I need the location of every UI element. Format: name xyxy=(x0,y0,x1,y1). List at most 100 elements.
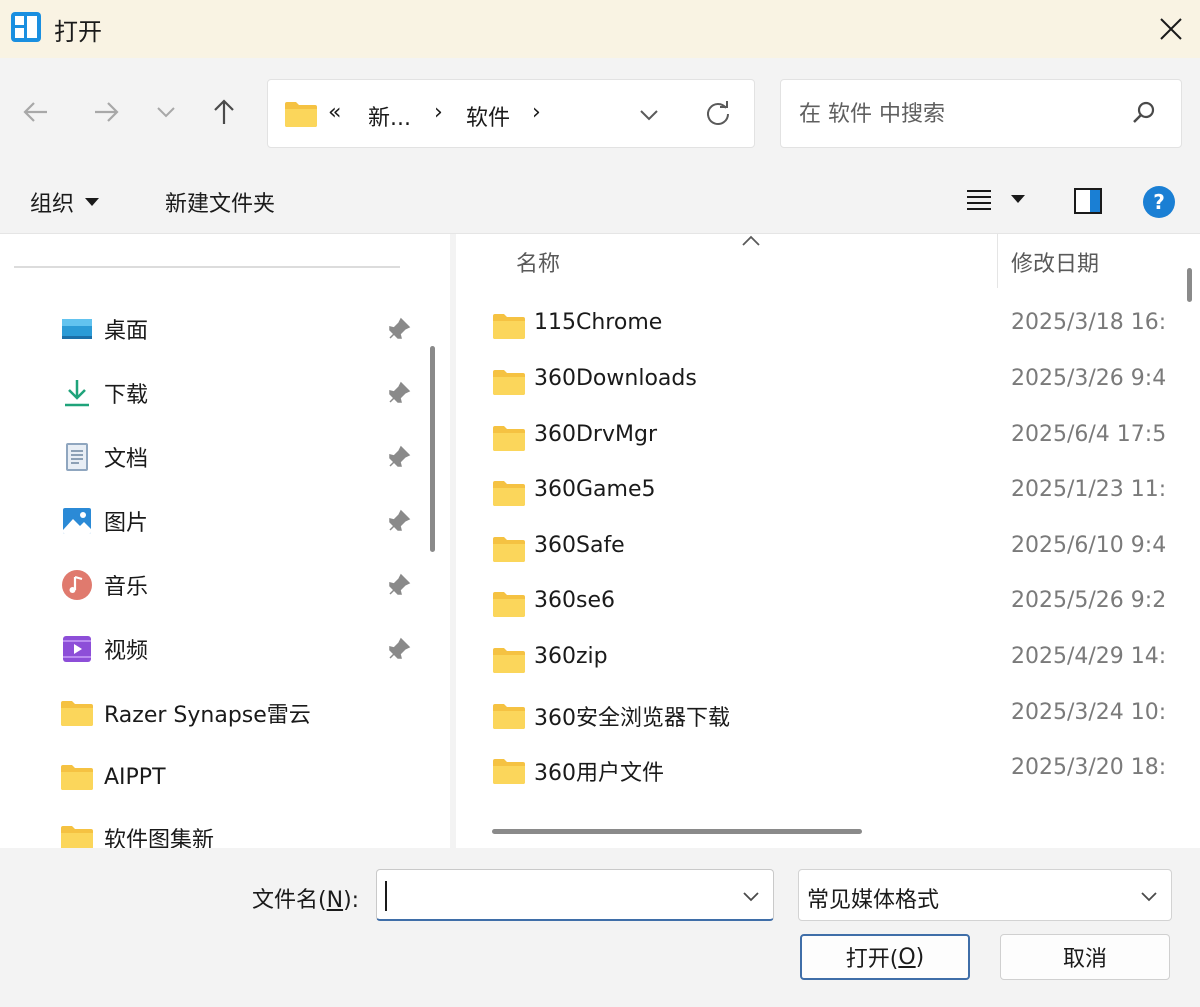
video-icon xyxy=(63,636,91,662)
document-icon xyxy=(66,443,88,471)
breadcrumb-separator[interactable]: › xyxy=(434,100,443,125)
filename-combobox[interactable] xyxy=(376,869,774,921)
folder-icon xyxy=(493,704,525,729)
file-row[interactable]: 115Chrome 2025/3/18 16: xyxy=(456,298,1172,353)
close-button[interactable] xyxy=(1142,0,1200,58)
column-header-label: 修改日期 xyxy=(1011,252,1100,277)
file-date: 2025/5/26 9:2 xyxy=(1011,588,1167,613)
sidebar-item-aippt[interactable]: AIPPT xyxy=(0,749,420,805)
file-type-value: 常见媒体格式 xyxy=(807,888,940,913)
column-separator[interactable] xyxy=(997,234,998,288)
search-box[interactable] xyxy=(780,79,1182,148)
up-button[interactable] xyxy=(204,92,244,132)
search-input[interactable] xyxy=(799,98,1119,130)
view-options-button[interactable] xyxy=(966,188,1026,210)
title-bar: 打开 xyxy=(0,0,1200,58)
horizontal-scrollbar[interactable] xyxy=(492,829,862,834)
pin-icon[interactable] xyxy=(386,380,412,406)
file-date: 2025/6/4 17:5 xyxy=(1011,422,1167,447)
sidebar-item-documents[interactable]: 文档 xyxy=(0,429,420,485)
sidebar-scrollbar[interactable] xyxy=(430,346,435,552)
sidebar-item-label: 音乐 xyxy=(104,575,149,600)
forward-button[interactable] xyxy=(86,92,126,132)
sidebar-item-videos[interactable]: 视频 xyxy=(0,621,420,677)
address-bar[interactable]: « 新... › 软件 › xyxy=(267,79,755,148)
sidebar-item-razer-synapse[interactable]: Razer Synapse雷云 xyxy=(0,685,420,741)
column-header-modified[interactable]: 修改日期 xyxy=(1011,235,1099,289)
pin-icon[interactable] xyxy=(386,508,412,534)
folder-icon xyxy=(61,765,93,790)
file-row[interactable]: 360Safe 2025/6/10 9:4 xyxy=(456,521,1172,576)
file-date: 2025/4/29 14: xyxy=(1011,644,1167,669)
sidebar-item-label: 图片 xyxy=(104,511,149,536)
pin-icon[interactable] xyxy=(386,636,412,662)
sidebar-item-label: 下载 xyxy=(104,383,149,408)
desktop-icon xyxy=(62,319,92,339)
sidebar-item-label: 视频 xyxy=(104,639,149,664)
file-row[interactable]: 360Downloads 2025/3/26 9:4 xyxy=(456,354,1172,409)
file-row[interactable]: 360安全浏览器下载 2025/3/24 10: xyxy=(456,688,1172,743)
sidebar-item-music[interactable]: 音乐 xyxy=(0,557,420,613)
file-list: 名称 修改日期 115Chrome 2025/3/18 16: 360Downl… xyxy=(456,234,1172,848)
refresh-icon[interactable] xyxy=(704,100,732,128)
pin-icon[interactable] xyxy=(386,444,412,470)
organize-menu-button[interactable]: 组织 xyxy=(30,186,100,218)
help-button[interactable]: ? xyxy=(1142,185,1176,219)
file-date: 2025/1/23 11: xyxy=(1011,477,1167,502)
filename-input[interactable] xyxy=(385,880,725,910)
new-folder-button[interactable]: 新建文件夹 xyxy=(165,186,275,218)
folder-icon xyxy=(493,426,525,451)
sort-ascending-icon xyxy=(742,235,760,246)
sidebar-item-desktop[interactable]: 桌面 xyxy=(0,301,420,357)
vertical-scrollbar-track[interactable] xyxy=(1172,234,1200,848)
sidebar-item-software-gallery[interactable]: 软件图集新 xyxy=(0,810,420,848)
file-type-select[interactable]: 常见媒体格式 xyxy=(798,869,1172,921)
dialog-footer: 文件名(N): 常见媒体格式 打开(O) 取消 xyxy=(0,848,1200,1007)
preview-pane-icon xyxy=(1074,188,1102,214)
column-header-name[interactable]: 名称 xyxy=(516,235,560,289)
chevron-down-icon[interactable] xyxy=(741,886,761,906)
file-row[interactable]: 360Game5 2025/1/23 11: xyxy=(456,465,1172,520)
divider xyxy=(14,266,400,268)
sidebar-item-label: 文档 xyxy=(104,447,149,472)
breadcrumb-item[interactable]: 新... xyxy=(368,100,411,132)
pin-icon[interactable] xyxy=(386,572,412,598)
folder-icon xyxy=(493,759,525,784)
file-date: 2025/3/26 9:4 xyxy=(1011,366,1167,391)
filename-label: 文件名(N): xyxy=(252,888,360,913)
pictures-icon xyxy=(63,508,91,534)
sidebar-item-label: Razer Synapse雷云 xyxy=(104,703,311,728)
sidebar-item-pictures[interactable]: 图片 xyxy=(0,493,420,549)
file-row[interactable]: 360用户文件 2025/3/20 18: xyxy=(456,743,1172,798)
chevron-down-icon[interactable] xyxy=(638,104,660,126)
search-icon[interactable] xyxy=(1131,100,1157,126)
file-name: 360Game5 xyxy=(534,477,656,502)
file-date: 2025/3/18 16: xyxy=(1011,310,1167,335)
file-row[interactable]: 360zip 2025/4/29 14: xyxy=(456,632,1172,687)
vertical-scrollbar[interactable] xyxy=(1187,268,1192,302)
breadcrumb-overflow[interactable]: « xyxy=(328,100,341,125)
file-row[interactable]: 360se6 2025/5/26 9:2 xyxy=(456,576,1172,631)
open-button[interactable]: 打开(O) xyxy=(800,934,970,980)
sidebar-item-downloads[interactable]: 下载 xyxy=(0,365,420,421)
pin-icon[interactable] xyxy=(386,316,412,342)
recent-locations-button[interactable] xyxy=(146,92,186,132)
breadcrumb-item-current[interactable]: 软件 xyxy=(466,100,510,132)
file-name: 360zip xyxy=(534,644,608,669)
window-title: 打开 xyxy=(54,18,102,46)
download-icon xyxy=(65,380,89,407)
file-name: 360DrvMgr xyxy=(534,422,657,447)
folder-icon xyxy=(493,370,525,395)
arrow-right-icon xyxy=(95,102,119,122)
file-name: 360Safe xyxy=(534,533,625,558)
help-icon: ? xyxy=(1143,186,1175,218)
file-date: 2025/6/10 9:4 xyxy=(1011,533,1167,558)
list-view-icon xyxy=(967,190,991,210)
file-row[interactable]: 360DrvMgr 2025/6/4 17:5 xyxy=(456,410,1172,465)
back-button[interactable] xyxy=(16,92,56,132)
preview-pane-button[interactable] xyxy=(1074,188,1102,214)
breadcrumb-separator[interactable]: › xyxy=(532,100,541,125)
caret-down-icon xyxy=(85,198,100,206)
cancel-button[interactable]: 取消 xyxy=(1000,934,1170,980)
folder-icon xyxy=(61,826,93,848)
